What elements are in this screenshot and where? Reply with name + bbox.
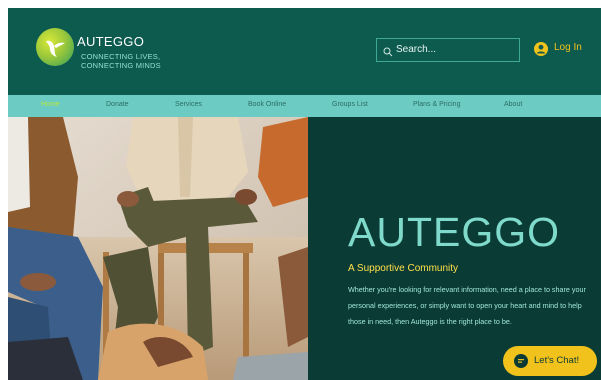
search-box[interactable]: Search...	[376, 38, 520, 62]
hero-title: AUTEGGO	[348, 209, 561, 255]
hero-photo	[8, 117, 308, 380]
nav-item-home[interactable]: Home	[41, 101, 60, 108]
chat-label: Let's Chat!	[534, 355, 580, 366]
nav-item-groups-list[interactable]: Groups List	[332, 101, 368, 108]
main-nav: Home Donate Services Book Online Groups …	[8, 95, 601, 117]
chat-button[interactable]: Let's Chat!	[503, 346, 597, 376]
brand-name[interactable]: AUTEGGO	[77, 34, 144, 49]
login-label: Log In	[554, 42, 582, 53]
nav-item-about[interactable]: About	[504, 101, 522, 108]
hero-description: Whether you're looking for relevant info…	[348, 285, 586, 326]
page-frame: AUTEGGO CONNECTING LIVES, CONNECTING MIN…	[8, 8, 601, 380]
nav-item-services[interactable]: Services	[175, 101, 202, 108]
brand-tagline: CONNECTING LIVES, CONNECTING MINDS	[81, 52, 161, 70]
nav-item-book-online[interactable]: Book Online	[248, 101, 286, 108]
search-icon	[383, 44, 393, 62]
chat-bubble-icon	[514, 354, 528, 368]
bird-logo-icon[interactable]	[36, 28, 74, 66]
nav-item-donate[interactable]: Donate	[106, 101, 129, 108]
hero-subtitle: A Supportive Community	[348, 263, 459, 274]
hero-panel: AUTEGGO A Supportive Community Whether y…	[308, 117, 601, 380]
site-header: AUTEGGO CONNECTING LIVES, CONNECTING MIN…	[8, 8, 601, 95]
search-input[interactable]: Search...	[396, 44, 436, 55]
user-icon	[534, 42, 548, 56]
nav-item-plans-pricing[interactable]: Plans & Pricing	[413, 101, 460, 108]
